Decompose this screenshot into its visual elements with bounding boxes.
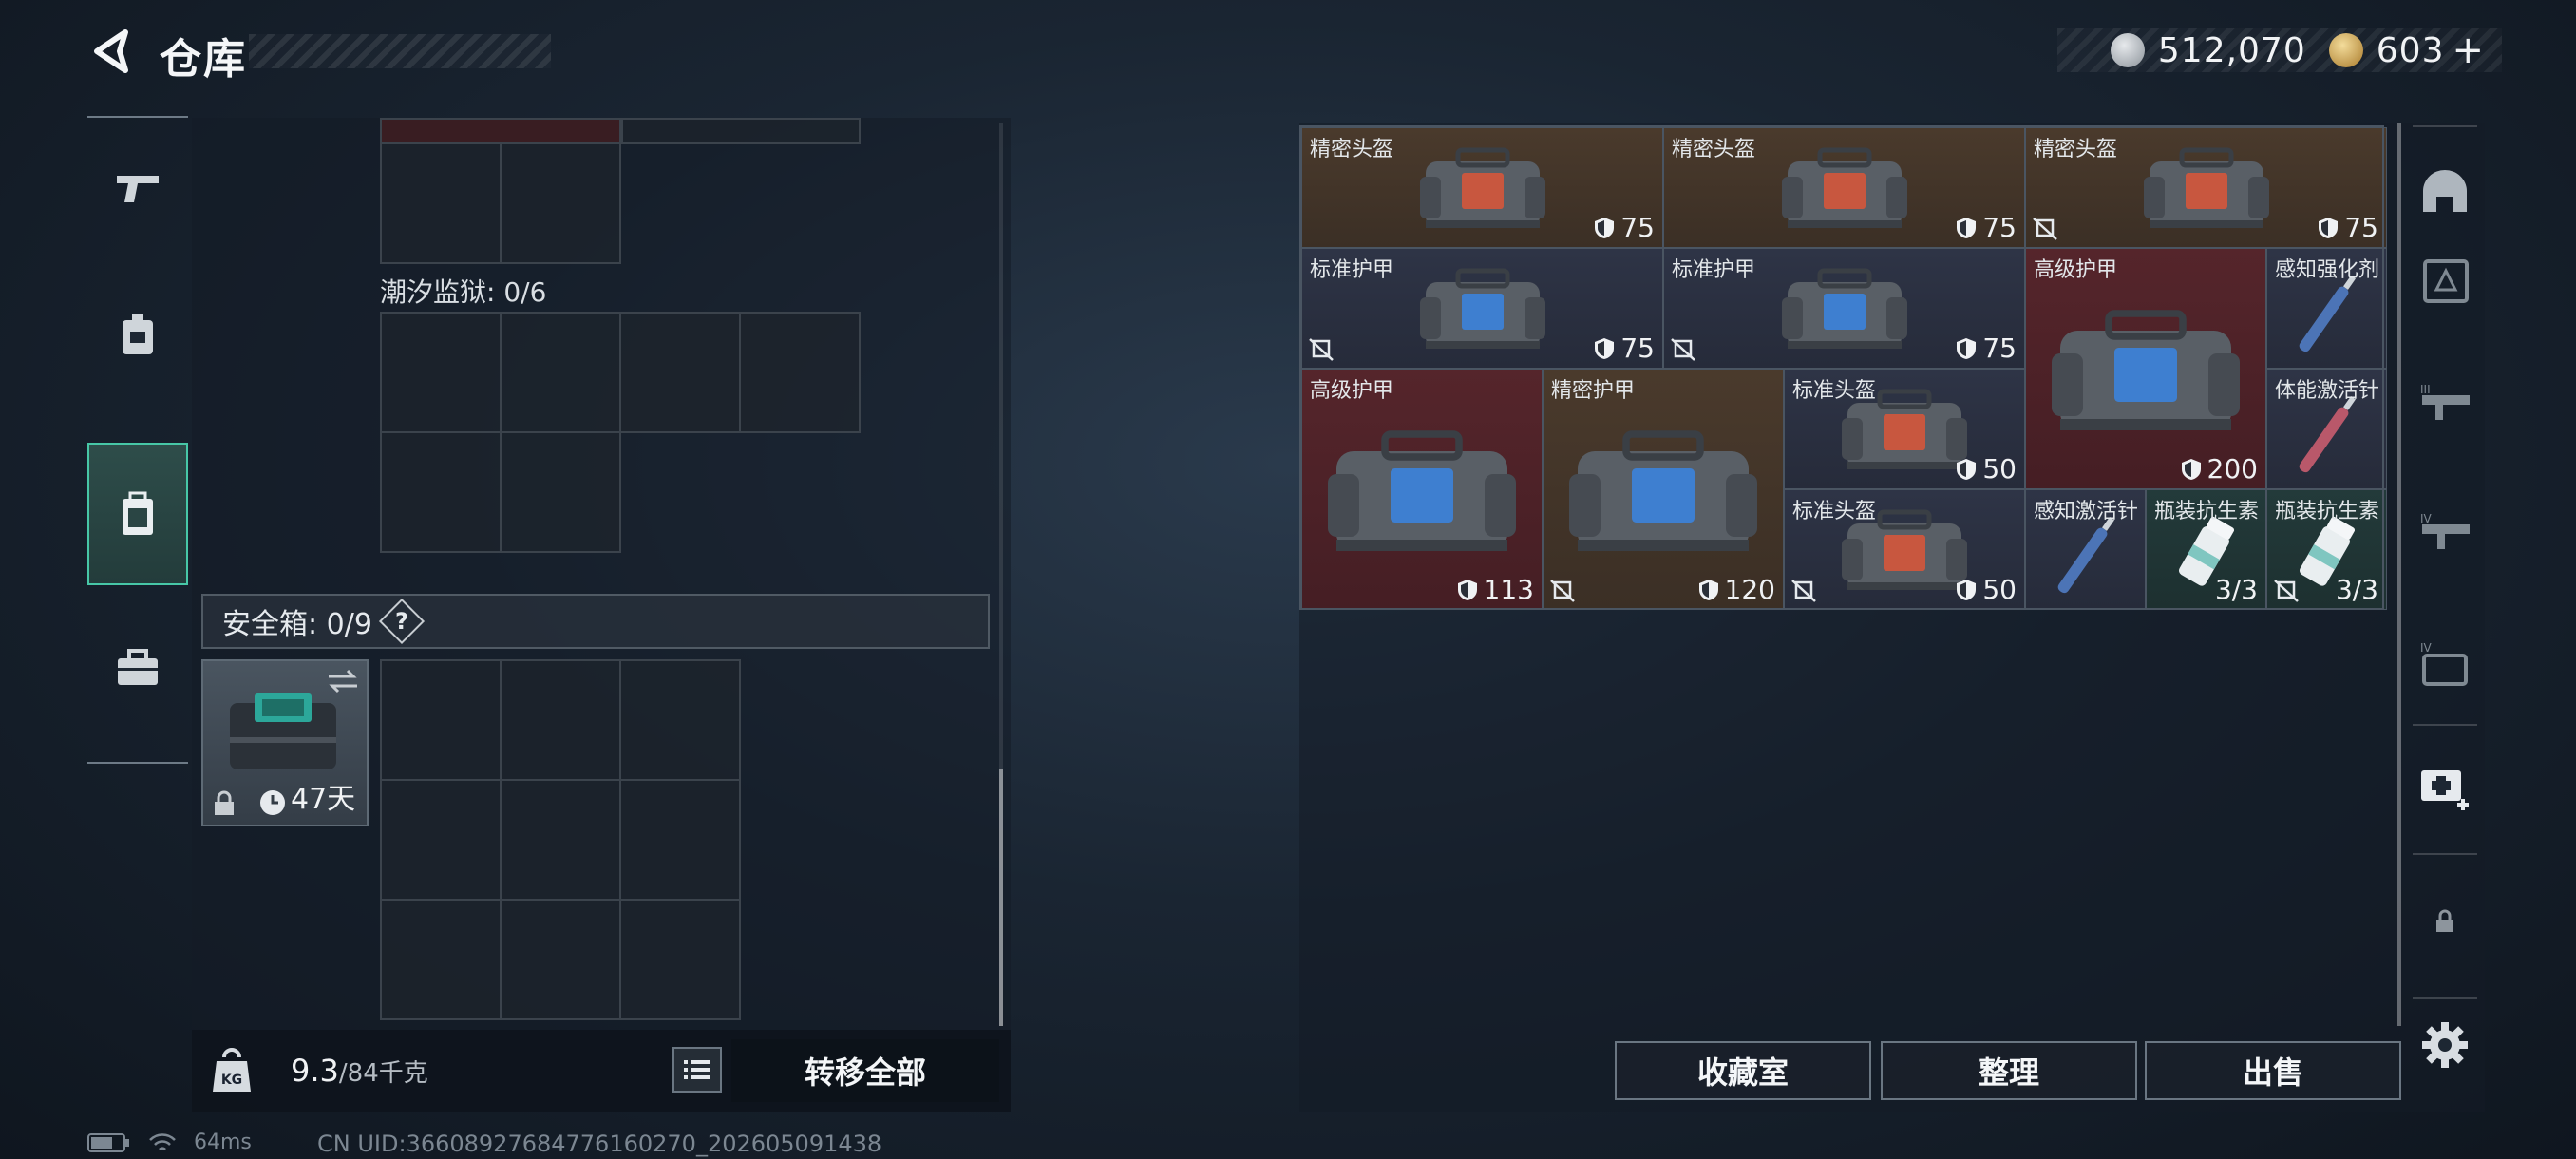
category-rail: [87, 116, 188, 764]
grid-cell[interactable]: [619, 779, 741, 901]
grid-cell[interactable]: [500, 899, 621, 1020]
battery-icon: [87, 1132, 129, 1152]
rail-item-backpack[interactable]: [87, 443, 188, 585]
locked-slot: [2416, 893, 2473, 950]
safe-box-icon: [230, 694, 336, 770]
svg-text:KG: KG: [221, 1073, 242, 1088]
rifle-iii-icon: III: [2420, 383, 2470, 420]
safe-box-item[interactable]: 47天: [201, 659, 369, 826]
clock-icon: [260, 790, 285, 815]
helmet-slot[interactable]: [2416, 163, 2473, 220]
safe-box-label: 安全箱: 0/9: [222, 608, 372, 641]
lock-icon: [215, 790, 234, 815]
status-bar: 64ms: [87, 1130, 252, 1154]
list-icon: [684, 1060, 710, 1079]
medkit-slot[interactable]: [2416, 758, 2473, 815]
armor-iii-icon: [2423, 259, 2469, 303]
currency-bar: 512,070 603 +: [2057, 28, 2502, 72]
ping-text: 64ms: [194, 1130, 252, 1154]
grid-cell[interactable]: [621, 118, 861, 144]
gold-amount: 603: [2376, 30, 2445, 70]
gold-coin-icon: [2328, 33, 2363, 67]
sell-button[interactable]: 出售: [2145, 1041, 2401, 1100]
armor-slot-iii[interactable]: [2416, 251, 2473, 308]
weapon-slot-iii[interactable]: III: [2416, 374, 2473, 431]
weight-max: /84千克: [338, 1059, 428, 1088]
case-slot-iv[interactable]: IV: [2416, 635, 2473, 692]
grid-cell[interactable]: [500, 659, 621, 781]
safe-box-duration: 47天: [291, 783, 356, 816]
rail-divider: [87, 762, 188, 764]
svg-text:III: III: [2420, 383, 2431, 396]
transfer-all-button[interactable]: 转移全部: [731, 1039, 999, 1102]
backpack-scrollbar[interactable]: [2397, 124, 2401, 1026]
medkit-add-icon: [2421, 770, 2469, 810]
grid-cell[interactable]: [619, 659, 741, 781]
sort-button[interactable]: 整理: [1881, 1041, 2137, 1100]
add-currency-button[interactable]: +: [2452, 28, 2485, 72]
grid-cell[interactable]: [380, 312, 502, 433]
grid-cell[interactable]: [500, 431, 621, 553]
stash-scrollbar-thumb[interactable]: [999, 770, 1003, 1026]
weight-current: 9.3: [291, 1053, 339, 1089]
help-icon[interactable]: ?: [378, 598, 425, 645]
back-button[interactable]: [87, 27, 133, 76]
tidal-prison-label: 潮汐监狱: 0/6: [380, 276, 547, 308]
rifle-iv-icon: IV: [2420, 512, 2470, 549]
svg-text:IV: IV: [2420, 512, 2433, 525]
wifi-icon: [149, 1132, 176, 1150]
pistol-icon: [117, 176, 159, 202]
gear-icon[interactable]: [2420, 1020, 2470, 1070]
safe-box-header: 安全箱: 0/9 ?: [201, 594, 990, 649]
grid-cell[interactable]: [380, 118, 621, 144]
collection-room-button[interactable]: 收藏室: [1615, 1041, 1871, 1100]
rail-item-weapon[interactable]: [87, 116, 188, 258]
lock-icon: [2436, 909, 2453, 932]
weight-icon: KG: [213, 1048, 251, 1092]
rail-divider: [2413, 724, 2477, 726]
rail-divider: [2413, 853, 2477, 855]
back-arrow-icon: [94, 29, 128, 73]
weapon-slot-iv[interactable]: IV: [2416, 504, 2473, 560]
grid-cell[interactable]: [380, 431, 502, 553]
case-iv-icon: IV: [2420, 641, 2468, 686]
grid-cell[interactable]: [380, 659, 502, 781]
rail-divider: [2413, 125, 2477, 127]
item-grid-frame: [1299, 125, 2384, 610]
list-view-button[interactable]: [672, 1047, 722, 1092]
helmet-icon: [2423, 170, 2467, 212]
rail-item-armor[interactable]: [87, 264, 188, 407]
toolbox-icon: [118, 649, 158, 685]
page-title: 仓库: [160, 35, 247, 84]
rail-item-toolbox[interactable]: [87, 597, 188, 739]
grid-cell[interactable]: [500, 312, 621, 433]
silver-amount: 512,070: [2157, 30, 2306, 70]
grid-cell[interactable]: [619, 312, 741, 433]
backpack-icon: [123, 491, 153, 535]
grid-cell[interactable]: [619, 899, 741, 1020]
armor-vest-icon: [123, 314, 153, 354]
swap-icon[interactable]: [327, 669, 359, 694]
weight-readout: 9.3/84千克: [291, 1053, 428, 1089]
title-decoration: [249, 34, 551, 68]
silver-coin-icon: [2110, 33, 2145, 67]
rail-divider: [2413, 998, 2477, 999]
uid-text: CN UID:366089276847761602​70_20260509143…: [317, 1130, 882, 1157]
grid-cell[interactable]: [500, 142, 621, 264]
svg-text:IV: IV: [2420, 641, 2433, 655]
grid-cell[interactable]: [739, 312, 861, 433]
grid-cell[interactable]: [380, 142, 502, 264]
grid-cell[interactable]: [380, 779, 502, 901]
grid-cell[interactable]: [380, 899, 502, 1020]
grid-cell[interactable]: [500, 779, 621, 901]
